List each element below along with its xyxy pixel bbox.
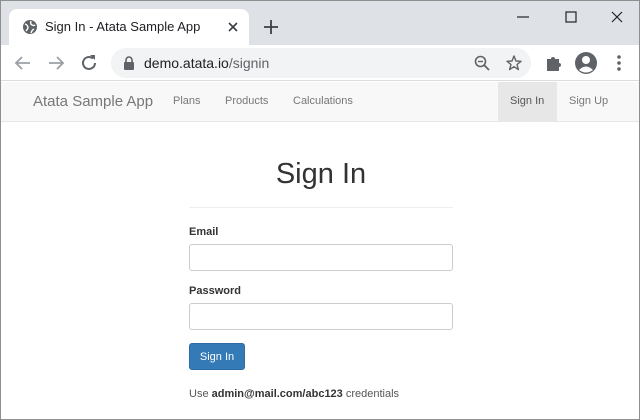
close-window-icon[interactable] — [607, 7, 627, 27]
minimize-icon[interactable] — [513, 7, 533, 27]
address-bar[interactable]: demo.atata.io/signin — [111, 48, 531, 78]
tab-strip: Sign In - Atata Sample App — [1, 1, 639, 45]
nav-link-plans[interactable]: Plans — [173, 95, 201, 107]
url-text[interactable]: demo.atata.io/signin — [144, 55, 269, 71]
tab-title: Sign In - Atata Sample App — [45, 19, 201, 34]
globe-icon — [23, 20, 37, 34]
browser-toolbar: demo.atata.io/signin — [1, 45, 639, 81]
maximize-icon[interactable] — [561, 7, 581, 27]
star-icon[interactable] — [505, 54, 523, 72]
lock-icon[interactable] — [123, 56, 135, 70]
arrow-left-icon[interactable] — [11, 51, 35, 75]
nav-link-sign-in-active[interactable]: Sign In — [498, 82, 557, 122]
magnifier-minus-icon[interactable] — [473, 54, 491, 72]
nav-link-sign-up[interactable]: Sign Up — [569, 95, 608, 107]
hint-suffix: credentials — [345, 388, 400, 400]
browser-window: Sign In - Atata Sample App demo.atata.io… — [0, 0, 640, 420]
reload-icon[interactable] — [77, 51, 101, 75]
hint-credentials: admin@mail.com/abc123 — [211, 388, 343, 400]
nav-link-products[interactable]: Products — [225, 95, 268, 107]
title-divider — [189, 207, 453, 208]
email-field[interactable] — [189, 244, 453, 271]
plus-icon[interactable] — [261, 17, 281, 37]
close-icon[interactable] — [225, 19, 241, 35]
sign-in-button[interactable]: Sign In — [189, 343, 245, 370]
credentials-hint: Use admin@mail.com/abc123 credentials — [189, 388, 399, 400]
email-label: Email — [189, 226, 219, 238]
password-label: Password — [189, 285, 241, 297]
navbar-brand[interactable]: Atata Sample App — [33, 93, 153, 110]
puzzle-icon[interactable] — [542, 51, 566, 75]
kebab-menu-icon[interactable] — [607, 51, 631, 75]
nav-link-sign-in[interactable]: Sign In — [510, 95, 544, 107]
arrow-right-icon[interactable] — [44, 51, 68, 75]
hint-prefix: Use — [189, 388, 209, 400]
page-title: Sign In — [275, 158, 367, 190]
nav-link-calculations[interactable]: Calculations — [293, 95, 353, 107]
password-field[interactable] — [189, 303, 453, 330]
account-circle-icon[interactable] — [574, 51, 598, 75]
site-navbar: Atata Sample App Plans Products Calculat… — [1, 82, 639, 122]
browser-tab[interactable]: Sign In - Atata Sample App — [9, 9, 249, 45]
